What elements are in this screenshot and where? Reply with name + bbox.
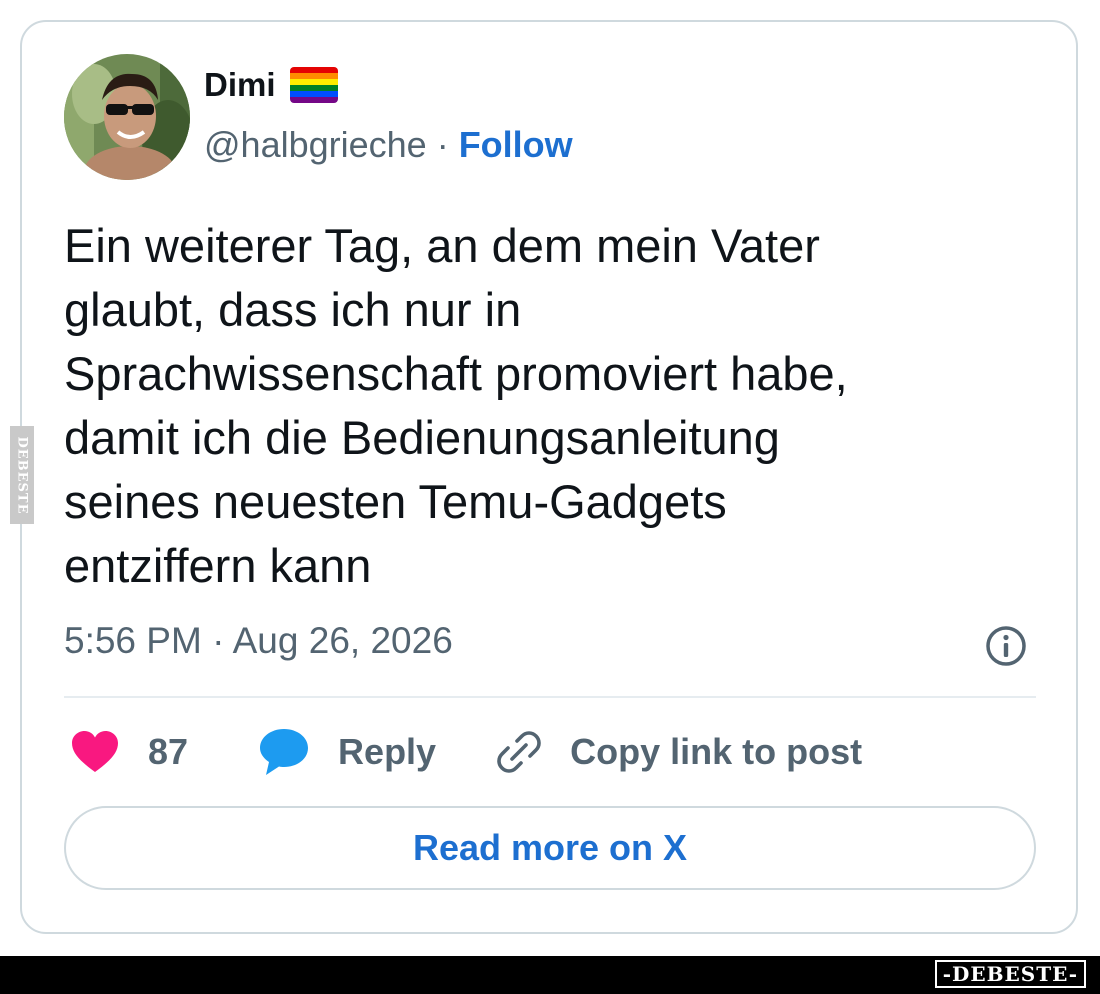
like-button[interactable]: 87 bbox=[70, 730, 188, 774]
flag-stripe bbox=[289, 97, 338, 103]
read-more-button[interactable]: Read more on X bbox=[64, 806, 1036, 890]
info-circle-icon[interactable] bbox=[984, 624, 1028, 668]
divider bbox=[64, 696, 1036, 698]
avatar-photo bbox=[64, 54, 190, 180]
author-handle-row: @halbgrieche · Follow bbox=[204, 124, 573, 166]
side-watermark: DEBESTE bbox=[10, 426, 34, 524]
heart-icon bbox=[72, 731, 118, 772]
link-icon bbox=[497, 731, 541, 773]
speech-bubble-icon bbox=[260, 729, 309, 775]
tweet-timestamp[interactable]: 5:56 PM · Aug 26, 2026 bbox=[64, 620, 453, 662]
author-name[interactable]: Dimi bbox=[204, 66, 276, 104]
footer-watermark-logo: -DEBESTE- bbox=[934, 960, 1086, 988]
reply-button[interactable]: Reply bbox=[258, 727, 436, 777]
side-watermark-text: DEBESTE bbox=[14, 435, 30, 515]
avatar[interactable] bbox=[64, 54, 190, 180]
separator-dot: · bbox=[436, 124, 449, 165]
like-count: 87 bbox=[148, 731, 189, 772]
action-bar: 87 Reply Copy link to post bbox=[70, 722, 862, 782]
rainbow-flag-icon bbox=[289, 67, 338, 103]
copy-link-button[interactable]: Copy link to post bbox=[496, 729, 862, 775]
reply-label: Reply bbox=[338, 731, 437, 772]
author-handle[interactable]: @halbgrieche bbox=[204, 124, 427, 166]
footer-bar: -DEBESTE- bbox=[0, 956, 1100, 994]
tweet-text: Ein weiterer Tag, an dem mein Vater glau… bbox=[64, 219, 848, 592]
author-name-row: Dimi bbox=[204, 66, 338, 104]
follow-button[interactable]: Follow bbox=[459, 124, 573, 166]
copy-link-label: Copy link to post bbox=[570, 731, 863, 772]
